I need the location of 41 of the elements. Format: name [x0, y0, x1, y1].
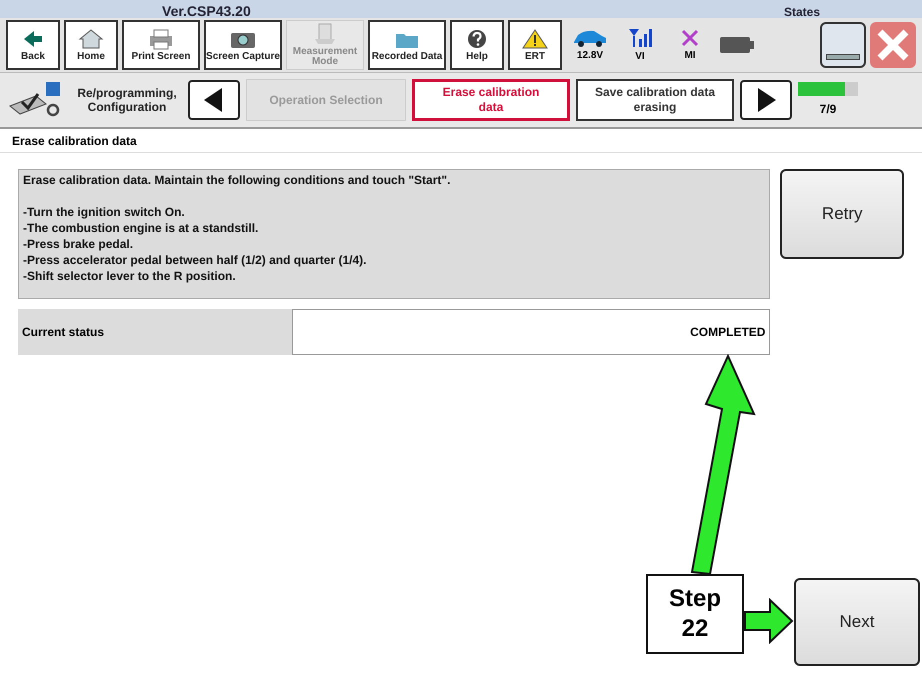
status-value: COMPLETED [292, 309, 770, 355]
condition-line: -The combustion engine is at a standstill. [23, 220, 260, 236]
cross-icon [680, 28, 700, 48]
next-button[interactable]: Next [794, 578, 920, 666]
close-icon [876, 28, 910, 62]
signal-bars-icon [627, 26, 653, 48]
step-tab[interactable]: Save calibration data erasing [576, 79, 734, 121]
toolbar-button[interactable]: Help [450, 20, 504, 70]
mode-label: Re/programming, Configuration [76, 86, 178, 114]
status-label: MI [684, 48, 696, 62]
right-arrow [744, 598, 794, 644]
condition-line: -Press brake pedal. [23, 236, 134, 252]
left-triangle-icon [204, 88, 224, 112]
condition-line: -Turn the ignition switch On. [23, 204, 186, 220]
house-icon [76, 28, 106, 50]
retry-button[interactable]: Retry [780, 169, 904, 259]
warning-icon [520, 28, 550, 50]
previous-button[interactable] [188, 80, 240, 120]
status-label: VI [635, 50, 645, 64]
status-label: 12.8V [576, 48, 604, 62]
minimize-button[interactable] [820, 22, 866, 68]
progress-count: 7/9 [820, 101, 836, 118]
next-step-button[interactable] [740, 80, 792, 120]
toolbar-button[interactable]: Back [6, 20, 60, 70]
step-callout: Step 22 [646, 574, 744, 654]
toolbar-button[interactable]: Print Screen [122, 20, 200, 70]
step-tab[interactable]: Erase calibration data [412, 79, 570, 121]
toolbar-button[interactable]: Screen Capture [204, 20, 282, 70]
toolbar-button[interactable]: Home [64, 20, 118, 70]
minimize-icon [826, 54, 860, 60]
battery-icon [720, 37, 754, 53]
right-triangle-icon [756, 88, 776, 112]
section-header: Erase calibration data [0, 129, 922, 153]
instructions-intro: Erase calibration data. Maintain the following conditions and touch "Start". [23, 172, 452, 188]
version-label: Ver.CSP43.20 [162, 4, 251, 18]
status-label: Current status [18, 309, 292, 355]
toolbar-button[interactable]: ERT [508, 20, 562, 70]
condition-line: -Shift selector lever to the R position. [23, 268, 237, 284]
states-label: States [784, 6, 820, 18]
toolbar-button[interactable]: Recorded Data [368, 20, 446, 70]
condition-line: -Press accelerator pedal between half (1/2) and quarter (1/4). [23, 252, 368, 268]
